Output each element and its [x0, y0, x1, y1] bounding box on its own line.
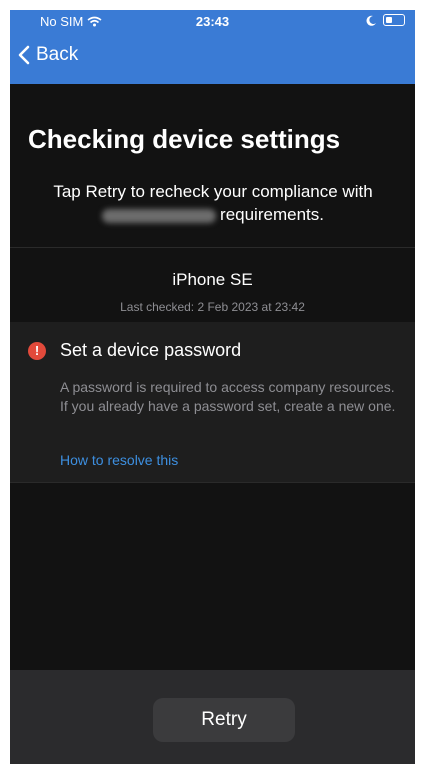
- device-name: iPhone SE: [172, 270, 253, 289]
- status-bar: No SIM 23:43: [10, 10, 415, 32]
- issue-title: Set a device password: [60, 340, 242, 360]
- subtitle-line-2-text: requirements.: [220, 205, 324, 224]
- battery-icon: [383, 14, 405, 26]
- page-subtitle: Tap Retry to recheck your compliance wit…: [28, 180, 398, 226]
- chevron-left-icon: [18, 45, 30, 65]
- moon-icon: [366, 15, 376, 26]
- back-label: Back: [36, 44, 79, 65]
- divider: [10, 247, 415, 248]
- back-button[interactable]: Back: [18, 44, 78, 66]
- status-right: [366, 14, 405, 26]
- retry-button[interactable]: Retry: [153, 698, 295, 742]
- app-screen: No SIM 23:43 Back Checking device settin…: [10, 10, 415, 764]
- compliance-issue-card: ! Set a device password A password is re…: [10, 322, 415, 482]
- resolve-link[interactable]: How to resolve this: [60, 452, 178, 468]
- main-content: Checking device settings Tap Retry to re…: [10, 84, 415, 670]
- subtitle-line-1: Tap Retry to recheck your compliance wit…: [53, 182, 373, 201]
- exclamation-icon: !: [28, 342, 46, 360]
- redacted-company-name: [102, 208, 217, 223]
- divider: [10, 482, 415, 483]
- issue-description: A password is required to access company…: [60, 379, 396, 414]
- subtitle-line-2: requirements.: [28, 203, 398, 226]
- bottom-bar: Retry: [10, 670, 415, 764]
- last-checked-label: Last checked: 2 Feb 2023 at 23:42: [120, 300, 305, 314]
- header-bar: No SIM 23:43 Back: [10, 10, 415, 84]
- clock: 23:43: [195, 14, 230, 29]
- page-title: Checking device settings: [28, 124, 341, 154]
